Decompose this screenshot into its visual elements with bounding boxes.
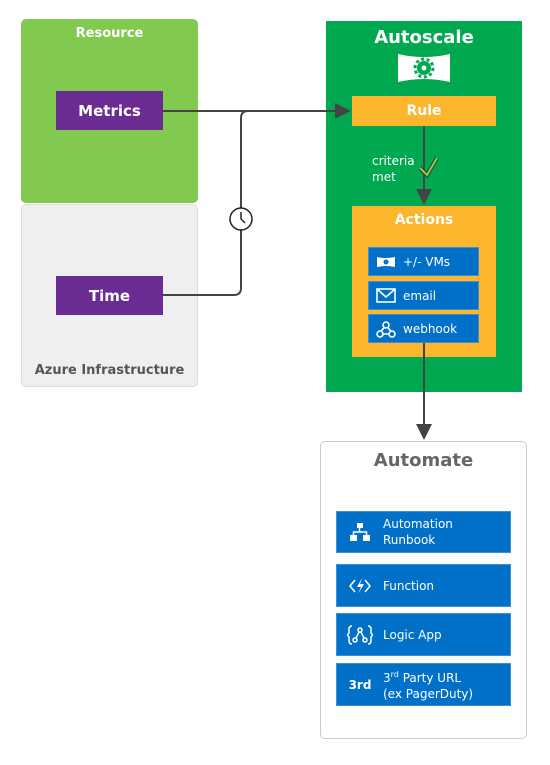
time-to-rule-line bbox=[163, 110, 249, 296]
clock-icon bbox=[229, 207, 253, 231]
connectors bbox=[163, 103, 439, 440]
